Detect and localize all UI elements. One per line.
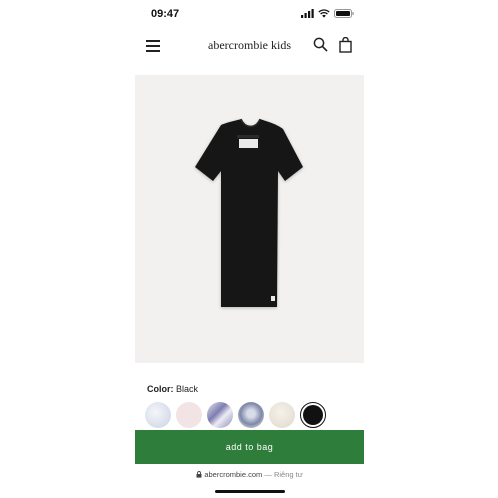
swatch-black[interactable] xyxy=(300,402,326,428)
color-value: Black xyxy=(176,384,199,394)
status-time: 09:47 xyxy=(151,8,180,20)
color-swatches xyxy=(145,402,326,428)
site-header: abercrombie kids xyxy=(135,26,364,66)
home-indicator[interactable] xyxy=(215,490,285,493)
swatch-light-pink[interactable] xyxy=(176,402,202,428)
swatch-blue-print[interactable] xyxy=(238,402,264,428)
swatch-cream[interactable] xyxy=(269,402,295,428)
url-domain: abercrombie.com xyxy=(204,470,263,479)
lock-icon xyxy=(196,471,202,478)
color-selection-label: Color: Black xyxy=(147,384,198,394)
phone-screen: 09:47 abercrombie kids Color: Black add … xyxy=(135,0,364,498)
brand-logo[interactable]: abercrombie kids xyxy=(135,38,364,53)
swatch-tie-dye[interactable] xyxy=(207,402,233,428)
product-image[interactable] xyxy=(135,75,364,363)
wifi-icon xyxy=(318,9,330,18)
search-icon[interactable] xyxy=(313,37,328,52)
swatch-light-blue[interactable] xyxy=(145,402,171,428)
black-tshirt-image xyxy=(195,118,303,307)
status-icons xyxy=(301,9,354,18)
url-separator: — xyxy=(264,470,272,479)
status-bar: 09:47 xyxy=(135,0,364,26)
add-to-bag-button[interactable]: add to bag xyxy=(135,430,364,464)
color-label: Color: xyxy=(147,384,174,394)
hamburger-menu-icon[interactable] xyxy=(146,40,160,52)
cellular-signal-icon xyxy=(301,9,314,18)
private-label: Riêng tư xyxy=(273,470,303,479)
browser-url-bar[interactable]: abercrombie.com — Riêng tư xyxy=(135,470,364,484)
shopping-bag-icon[interactable] xyxy=(339,37,352,53)
battery-icon xyxy=(334,9,354,18)
